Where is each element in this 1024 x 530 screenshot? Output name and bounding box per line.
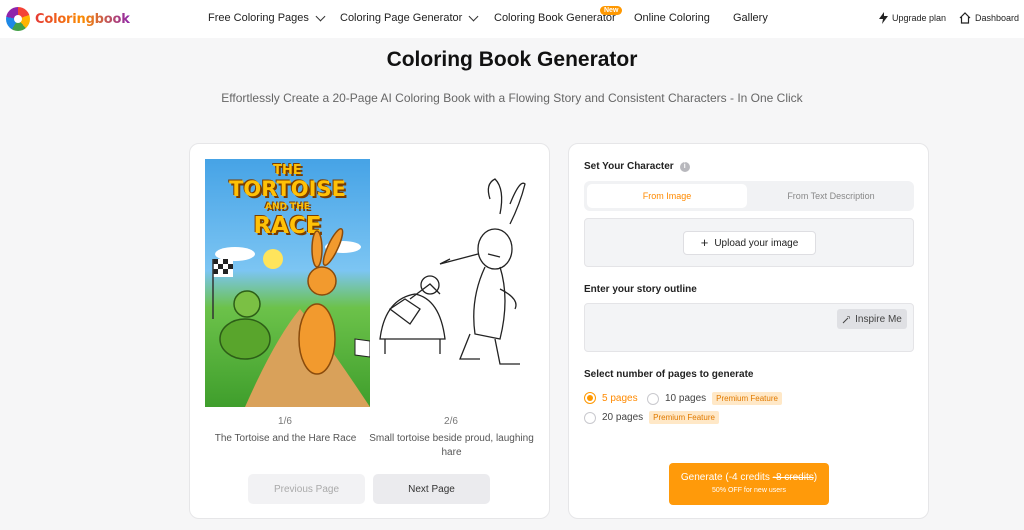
generate-button[interactable]: Generate (-4 credits -8 credits) 50% OFF… bbox=[669, 463, 829, 505]
coloring-page-image bbox=[379, 178, 526, 365]
inspire-me-button[interactable]: Inspire Me bbox=[837, 309, 907, 329]
plus-icon: + bbox=[700, 235, 709, 250]
cover-illustration bbox=[212, 228, 370, 407]
brand-logo[interactable]: Coloringbook bbox=[6, 7, 130, 31]
radio-button[interactable] bbox=[647, 392, 659, 405]
previous-page-button[interactable]: Previous Page bbox=[248, 474, 365, 504]
nav-coloring-book-generator[interactable]: Coloring Book Generator bbox=[494, 12, 616, 24]
premium-feature-badge: Premium Feature bbox=[649, 411, 719, 424]
page-title: Coloring Book Generator bbox=[386, 48, 638, 71]
lightning-icon bbox=[879, 12, 888, 24]
nav-free-coloring-pages[interactable]: Free Coloring Pages bbox=[208, 11, 326, 24]
premium-feature-badge: Premium Feature bbox=[712, 392, 782, 405]
discount-note: 50% OFF for new users bbox=[712, 487, 786, 494]
nav-online-coloring[interactable]: Online Coloring bbox=[634, 12, 710, 24]
page-caption: The Tortoise and the Hare Race bbox=[214, 433, 357, 444]
new-badge: New bbox=[600, 6, 623, 15]
book-cover-image: THE TORTOISE AND THE RACE bbox=[205, 159, 370, 407]
pages-section-label: Select number of pages to generate bbox=[584, 369, 754, 380]
chevron-down-icon bbox=[468, 11, 479, 21]
page-subtitle: Effortlessly Create a 20-Page AI Colorin… bbox=[221, 91, 803, 105]
option-10-pages[interactable]: 10 pages Premium Feature bbox=[647, 392, 782, 405]
story-section-label: Enter your story outline bbox=[584, 284, 697, 295]
upload-dropzone[interactable]: + Upload your image bbox=[584, 218, 914, 267]
nav-coloring-page-generator[interactable]: Coloring Page Generator bbox=[340, 11, 479, 24]
magic-wand-icon bbox=[842, 315, 851, 323]
page-caption: Small tortoise beside proud, laughing ha… bbox=[369, 433, 534, 458]
generator-form-card: Set Your Character i From Image From Text… bbox=[568, 143, 929, 519]
next-page-button[interactable]: Next Page bbox=[373, 474, 490, 504]
tab-from-image[interactable]: From Image bbox=[587, 184, 747, 208]
radio-button[interactable] bbox=[584, 392, 596, 404]
character-source-tabs: From Image From Text Description bbox=[584, 181, 914, 211]
preview-card: THE TORTOISE AND THE RACE 1/6 The Tortoi… bbox=[189, 143, 550, 519]
nav-gallery[interactable]: Gallery bbox=[733, 12, 768, 24]
option-5-pages[interactable]: 5 pages bbox=[584, 392, 638, 404]
chevron-down-icon bbox=[315, 11, 326, 21]
story-outline-input[interactable]: Inspire Me bbox=[584, 303, 914, 352]
info-icon[interactable]: i bbox=[679, 162, 690, 172]
palette-icon bbox=[6, 7, 30, 31]
character-section-label: Set Your Character i bbox=[584, 161, 690, 172]
upgrade-plan-link[interactable]: Upgrade plan bbox=[879, 12, 946, 24]
page-number: 2/6 bbox=[444, 416, 458, 427]
option-20-pages[interactable]: 20 pages Premium Feature bbox=[584, 411, 719, 424]
home-icon bbox=[959, 12, 971, 24]
page-number: 1/6 bbox=[278, 416, 292, 427]
brand-name: Coloringbook bbox=[35, 11, 130, 27]
upload-image-button[interactable]: + Upload your image bbox=[683, 231, 816, 255]
radio-button[interactable] bbox=[584, 411, 596, 424]
tab-from-text-description[interactable]: From Text Description bbox=[751, 184, 911, 208]
dashboard-link[interactable]: Dashboard bbox=[959, 12, 1019, 24]
top-navbar: Coloringbook Free Coloring Pages Colorin… bbox=[0, 0, 1024, 38]
